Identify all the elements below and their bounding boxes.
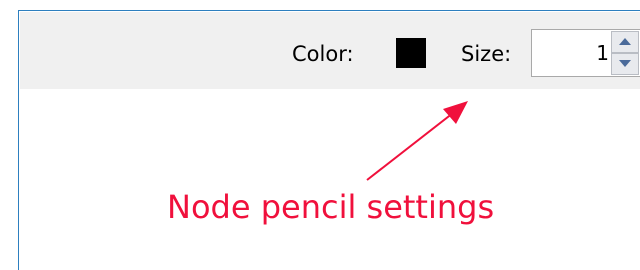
pencil-toolbar: Color: Size: [20, 12, 640, 89]
size-input[interactable] [532, 30, 609, 76]
size-label: Size: [461, 42, 512, 66]
arrow-down-icon [619, 60, 631, 67]
size-increment-button[interactable] [611, 31, 639, 53]
annotation-label: Node pencil settings [167, 188, 495, 226]
color-label: Color: [292, 42, 354, 66]
color-picker-swatch[interactable] [396, 38, 426, 68]
arrow-up-icon [619, 38, 631, 45]
size-spinner [531, 29, 640, 77]
size-decrement-button[interactable] [611, 53, 639, 75]
canvas-panel: Color: Size: [18, 10, 640, 270]
